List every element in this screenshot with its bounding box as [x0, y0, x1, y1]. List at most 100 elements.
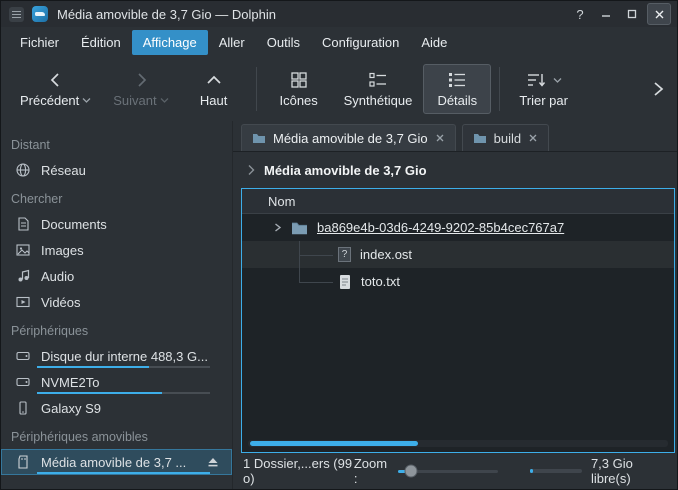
expander-icon[interactable]: [272, 222, 283, 233]
window-title: Média amovible de 3,7 Gio — Dolphin: [57, 7, 276, 22]
zoom-label: Zoom :: [354, 456, 390, 486]
section-distant: Distant: [1, 129, 232, 157]
titlebar[interactable]: Média amovible de 3,7 Gio — Dolphin ?: [1, 1, 677, 27]
forward-button: Suivant: [102, 64, 179, 114]
icons-view-icon: [288, 70, 310, 90]
menu-outils[interactable]: Outils: [256, 30, 311, 55]
file-view[interactable]: Nom ba869e4b-03d6-4249-9202-85b4cec767a7: [241, 188, 675, 453]
minimize-icon: [600, 8, 612, 20]
videos-icon: [15, 294, 31, 310]
unknown-file-icon: ?: [338, 247, 351, 262]
place-galaxy-s9[interactable]: Galaxy S9: [1, 395, 232, 421]
status-summary: 1 Dossier,...ers (99 o): [243, 456, 354, 486]
disk-usage-bar: [37, 366, 210, 368]
close-tab-icon[interactable]: [435, 133, 445, 143]
back-label: Précédent: [20, 93, 79, 108]
menu-edition[interactable]: Édition: [70, 30, 132, 55]
sort-label: Trier par: [519, 93, 568, 108]
place-reseau[interactable]: Réseau: [1, 157, 232, 183]
breadcrumb-folder[interactable]: Média amovible de 3,7 Gio: [264, 163, 427, 178]
maximize-button[interactable]: [621, 4, 643, 24]
tab-build[interactable]: build: [462, 124, 549, 151]
section-peripheriques-amovibles: Périphériques amovibles: [1, 421, 232, 449]
place-videos[interactable]: Vidéos: [1, 289, 232, 315]
eject-icon: [206, 455, 220, 469]
tree-guide: [299, 255, 333, 256]
forward-label: Suivant: [113, 93, 156, 108]
details-view-button[interactable]: Détails: [423, 64, 491, 114]
toolbar-overflow-button[interactable]: [647, 80, 669, 98]
tab-bar: Média amovible de 3,7 Gio build: [233, 121, 677, 152]
folder-icon: [473, 132, 487, 144]
network-icon: [15, 162, 31, 178]
menu-configuration[interactable]: Configuration: [311, 30, 410, 55]
place-media-amovible[interactable]: Média amovible de 3,7 ...: [1, 449, 232, 475]
caret-down-icon: [553, 77, 562, 84]
main-area: Média amovible de 3,7 Gio build Média am…: [233, 121, 677, 489]
tab-media-amovible[interactable]: Média amovible de 3,7 Gio: [241, 124, 456, 151]
slider-knob[interactable]: [404, 465, 417, 478]
chevron-left-icon: [45, 70, 67, 90]
caret-down-icon: [160, 97, 169, 104]
compact-view-button[interactable]: Synthétique: [333, 64, 424, 114]
eject-button[interactable]: [206, 455, 220, 469]
icons-view-button[interactable]: Icônes: [265, 64, 333, 114]
help-button[interactable]: ?: [569, 4, 591, 24]
place-nvme2to[interactable]: NVME2To: [1, 369, 232, 395]
file-name[interactable]: index.ost: [360, 247, 412, 262]
harddisk-icon: [15, 374, 31, 390]
file-name[interactable]: toto.txt: [361, 274, 400, 289]
maximize-icon: [626, 8, 638, 20]
horizontal-scrollbar[interactable]: [248, 440, 668, 447]
up-label: Haut: [200, 93, 227, 108]
harddisk-icon: [15, 348, 31, 364]
minimize-button[interactable]: [595, 4, 617, 24]
phone-icon: [15, 400, 31, 416]
place-disque-interne[interactable]: Disque dur interne 488,3 G...: [1, 343, 232, 369]
file-name[interactable]: ba869e4b-03d6-4249-9202-85b4cec767a7: [317, 220, 564, 235]
close-icon: [654, 9, 665, 20]
chevron-right-icon: [247, 164, 255, 176]
app-menu-icon[interactable]: [7, 5, 25, 23]
close-tab-icon[interactable]: [528, 133, 538, 143]
main-toolbar: Précédent Suivant Haut Icônes: [1, 57, 677, 121]
up-button[interactable]: Haut: [180, 64, 248, 114]
dolphin-app-icon: [31, 5, 49, 23]
images-icon: [15, 242, 31, 258]
icons-label: Icônes: [279, 93, 317, 108]
tab-label: build: [494, 131, 521, 146]
chevron-right-icon: [651, 80, 665, 98]
file-row-index-ost[interactable]: ? index.ost: [242, 241, 674, 268]
menu-aller[interactable]: Aller: [208, 30, 256, 55]
menubar: Fichier Édition Affichage Aller Outils C…: [1, 27, 677, 57]
free-space-bar: [530, 469, 582, 473]
place-documents[interactable]: Documents: [1, 211, 232, 237]
sort-icon: [525, 70, 547, 90]
section-peripheriques: Périphériques: [1, 315, 232, 343]
file-row-folder[interactable]: ba869e4b-03d6-4249-9202-85b4cec767a7: [242, 214, 674, 241]
zoom-slider[interactable]: [398, 463, 498, 479]
text-file-icon: [338, 274, 352, 290]
menu-aide[interactable]: Aide: [410, 30, 458, 55]
section-chercher: Chercher: [1, 183, 232, 211]
menu-affichage[interactable]: Affichage: [132, 30, 208, 55]
column-header-nom[interactable]: Nom: [242, 189, 674, 214]
breadcrumb[interactable]: Média amovible de 3,7 Gio: [233, 152, 677, 188]
folder-icon: [252, 132, 266, 144]
close-button[interactable]: [647, 3, 671, 25]
chevron-right-icon: [130, 70, 152, 90]
menu-fichier[interactable]: Fichier: [9, 30, 70, 55]
documents-icon: [15, 216, 31, 232]
disk-usage-bar: [37, 472, 210, 474]
place-images[interactable]: Images: [1, 237, 232, 263]
scrollbar-thumb[interactable]: [250, 441, 418, 446]
disk-usage-bar: [37, 392, 210, 394]
tab-label: Média amovible de 3,7 Gio: [273, 131, 428, 146]
caret-down-icon: [82, 97, 91, 104]
sort-by-button[interactable]: Trier par: [508, 64, 579, 114]
back-button[interactable]: Précédent: [9, 64, 102, 114]
file-row-toto-txt[interactable]: toto.txt: [242, 268, 674, 295]
place-audio[interactable]: Audio: [1, 263, 232, 289]
details-label: Détails: [437, 93, 477, 108]
audio-icon: [15, 268, 31, 284]
